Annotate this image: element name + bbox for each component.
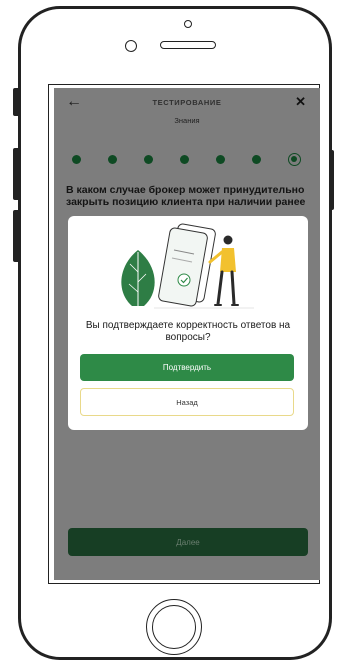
step-dot bbox=[72, 155, 81, 164]
close-icon[interactable]: ✕ bbox=[295, 93, 306, 111]
question-text: В каком случае брокер может принудительн… bbox=[66, 184, 306, 208]
step-dot-current bbox=[288, 153, 301, 166]
page-title: ТЕСТИРОВАНИЕ bbox=[152, 98, 222, 107]
confirm-message: Вы подтверждаете корректность ответов на… bbox=[85, 320, 291, 343]
step-dot bbox=[252, 155, 261, 164]
front-camera bbox=[125, 40, 137, 52]
confirm-button[interactable]: Подтвердить bbox=[80, 354, 294, 381]
step-dot bbox=[216, 155, 225, 164]
page-subtitle: Знания bbox=[174, 116, 200, 125]
step-dot bbox=[108, 155, 117, 164]
step-dot bbox=[180, 155, 189, 164]
app-screen: ← ТЕСТИРОВАНИЕ ✕ Знания В каком случае б… bbox=[54, 88, 320, 580]
back-button[interactable]: Назад bbox=[80, 388, 294, 416]
home-button-inner bbox=[152, 605, 196, 649]
confirm-dialog: Вы подтверждаете корректность ответов на… bbox=[68, 216, 308, 430]
progress-steps bbox=[68, 150, 306, 166]
camera-dot bbox=[184, 20, 192, 28]
next-button[interactable]: Далее bbox=[68, 528, 308, 556]
earpiece-speaker bbox=[160, 41, 216, 49]
person-with-phone-and-leaf-illustration bbox=[121, 223, 254, 309]
step-dot bbox=[144, 155, 153, 164]
home-button[interactable] bbox=[146, 599, 202, 655]
